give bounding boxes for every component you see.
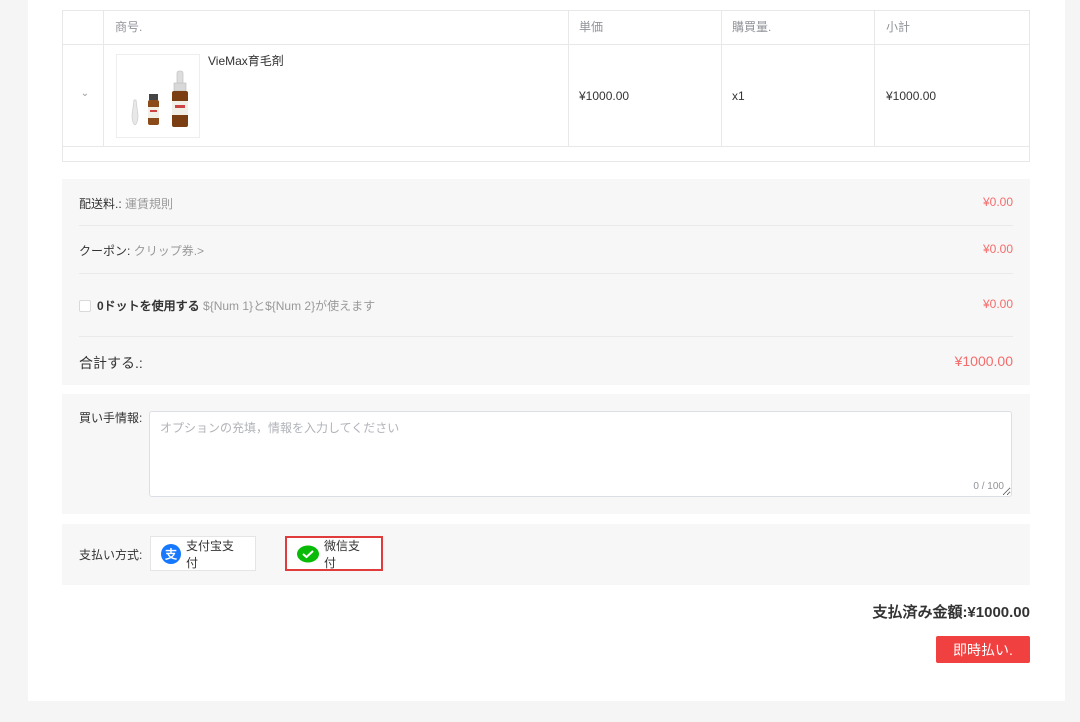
points-label: 0ドットを使用する — [97, 299, 200, 313]
payment-label: 支払い方式: — [79, 548, 143, 562]
points-hint: ${Num 1}と${Num 2}が使えます — [203, 299, 376, 313]
shipping-amount: ¥0.00 — [982, 195, 1013, 209]
chevron-down-icon[interactable]: ⌄ — [80, 89, 90, 99]
alipay-label: 支付宝支付 — [186, 538, 235, 570]
total-amount: ¥1000.00 — [954, 353, 1013, 369]
buyer-info-section: 買い手情報: 0 / 100 — [62, 394, 1030, 514]
wechat-pay-label: 微信支付 — [324, 538, 361, 570]
buyer-info-textarea[interactable] — [149, 411, 1012, 497]
subtotal: ¥1000.00 — [886, 89, 937, 103]
wechat-icon — [297, 545, 319, 563]
coupon-link[interactable]: クリップ券.> — [134, 244, 204, 258]
wechat-pay-button[interactable]: 微信支付 — [285, 536, 383, 571]
pay-now-button[interactable]: 即時払い. — [936, 636, 1030, 663]
header-product: 商号. — [115, 20, 143, 34]
table-row: ⌄ VieMax育毛剤 ¥1000.00 x1 ¥1000.00 — [63, 45, 1029, 147]
unit-price: ¥1000.00 — [579, 89, 630, 103]
header-unit-price: 単価 — [579, 20, 604, 34]
coupon-label: クーポン — [79, 244, 128, 258]
buyer-info-label: 買い手情報: — [79, 411, 143, 425]
alipay-icon: 支 — [161, 543, 181, 564]
svg-text:支: 支 — [164, 546, 178, 561]
product-image — [116, 54, 200, 138]
order-summary: 配送料.: 運賃規則 ¥0.00 クーポン: クリップ券.> ¥0.00 0ドッ… — [62, 179, 1030, 385]
shipping-row: 配送料.: 運賃規則 ¥0.00 — [79, 179, 1013, 226]
header-subtotal: 小計 — [886, 20, 911, 34]
product-name[interactable]: VieMax育毛剤 — [208, 52, 284, 69]
payment-section: 支払い方式: 支 支付宝支付 微信支付 — [62, 524, 1030, 585]
coupon-row: クーポン: クリップ券.> ¥0.00 — [79, 226, 1013, 274]
header-quantity: 購買量. — [732, 20, 772, 34]
points-amount: ¥0.00 — [982, 297, 1013, 311]
shipping-rules-link[interactable]: 運賃規則 — [125, 197, 173, 211]
total-row: 合計する.: ¥1000.00 — [79, 337, 1013, 385]
points-row: 0ドットを使用する ${Num 1}と${Num 2}が使えます ¥0.00 — [79, 274, 1013, 337]
coupon-amount: ¥0.00 — [982, 242, 1013, 256]
shipping-label: 配送料. — [79, 197, 119, 211]
product-table: 商号. 単価 購買量. 小計 ⌄ VieMax育毛剤 ¥1000.00 x1 ¥… — [62, 10, 1030, 162]
paid-amount: 支払済み金額:¥1000.00 — [872, 604, 1030, 621]
alipay-button[interactable]: 支 支付宝支付 — [150, 536, 256, 571]
total-label: 合計する.: — [79, 355, 143, 371]
points-checkbox[interactable] — [79, 300, 91, 312]
quantity: x1 — [732, 89, 745, 103]
char-counter: 0 / 100 — [973, 481, 1004, 492]
table-header: 商号. 単価 購買量. 小計 — [63, 11, 1029, 45]
